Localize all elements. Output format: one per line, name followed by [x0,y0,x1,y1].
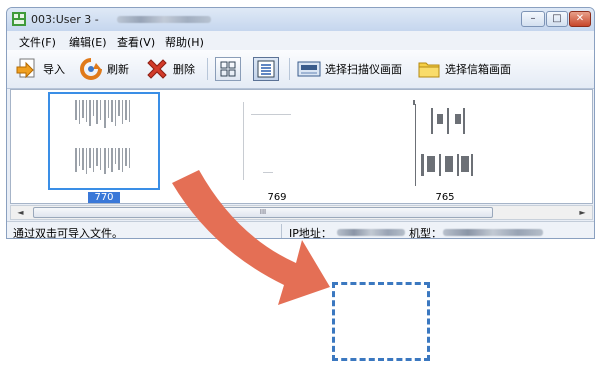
drop-target-area[interactable] [332,282,430,361]
drag-arrow-shape [172,170,330,305]
drag-arrow [172,170,330,305]
